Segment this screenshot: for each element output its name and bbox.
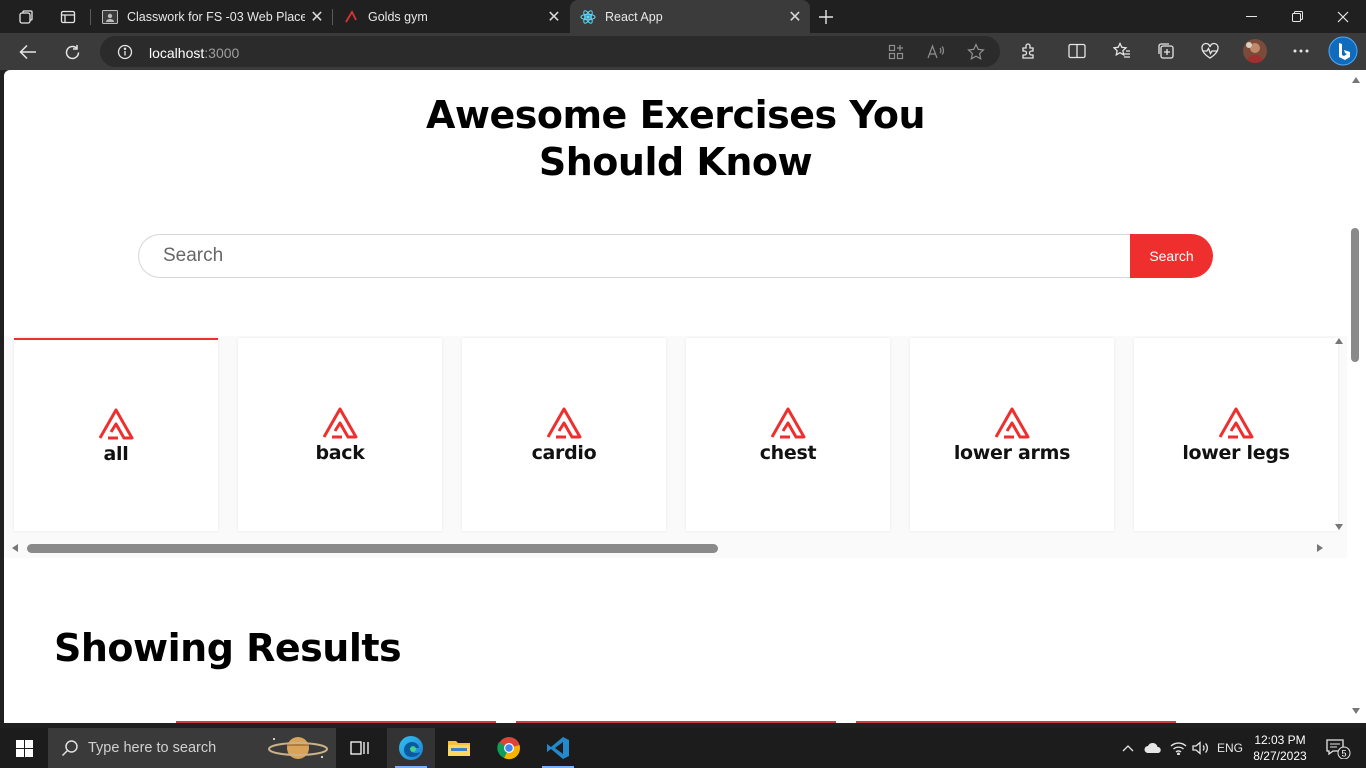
category-card-chest[interactable]: chest	[686, 338, 890, 531]
taskbar-edge-icon[interactable]	[387, 728, 435, 768]
extensions-icon[interactable]	[1017, 39, 1041, 63]
tab-actions-icon[interactable]	[57, 6, 79, 28]
tab-golds-gym[interactable]: Golds gym ✕	[333, 0, 569, 33]
saturn-highlight-icon	[266, 733, 330, 768]
tab-close-icon[interactable]: ✕	[786, 8, 804, 26]
minimize-icon[interactable]	[1228, 0, 1274, 33]
gym-logo-icon	[994, 407, 1030, 438]
profile-avatar[interactable]	[1243, 39, 1267, 63]
tab-classwork[interactable]: Classwork for FS -03 Web Placem ✕	[92, 0, 332, 33]
gym-logo-icon	[98, 408, 134, 439]
new-tab-icon[interactable]	[815, 6, 837, 28]
category-card-cardio[interactable]: cardio	[462, 338, 666, 531]
volume-icon[interactable]	[1190, 728, 1212, 768]
refresh-icon[interactable]	[58, 38, 86, 66]
category-card-all[interactable]: all	[14, 338, 218, 531]
search-icon	[61, 739, 79, 762]
category-scroll-up-icon[interactable]	[1335, 338, 1343, 344]
category-card-lower-arms[interactable]: lower arms	[910, 338, 1114, 531]
wifi-icon[interactable]	[1167, 728, 1189, 768]
gym-favicon-icon	[343, 9, 359, 25]
browser-toolbar: localhost:3000	[0, 33, 1366, 70]
page-vertical-scrollbar[interactable]	[1347, 70, 1366, 723]
more-options-icon[interactable]	[1289, 39, 1313, 63]
onedrive-icon[interactable]	[1142, 728, 1164, 768]
category-label: chest	[759, 441, 817, 464]
show-hidden-icons-icon[interactable]	[1118, 728, 1138, 768]
restore-icon[interactable]	[1274, 0, 1320, 33]
taskbar-file-explorer-icon[interactable]	[435, 728, 483, 768]
category-label: lower arms	[953, 441, 1071, 464]
search-bar: Search	[138, 234, 1213, 278]
page-viewport: Awesome Exercises You Should Know Search…	[4, 70, 1347, 723]
clock-time: 12:03 PM	[1254, 733, 1306, 747]
category-card-back[interactable]: back	[238, 338, 442, 531]
close-window-icon[interactable]	[1320, 0, 1366, 33]
react-favicon-icon	[580, 9, 596, 25]
notification-count: 5	[1341, 749, 1346, 759]
taskbar-clock[interactable]: 12:03 PM 8/27/2023	[1252, 732, 1308, 764]
hero-title: Awesome Exercises You Should Know	[4, 92, 1347, 186]
clock-date: 8/27/2023	[1253, 749, 1307, 763]
hero-title-line-1: Awesome Exercises You	[425, 93, 926, 137]
search-button[interactable]: Search	[1130, 234, 1213, 278]
language-indicator[interactable]: ENG	[1214, 728, 1246, 768]
category-scroll-left-icon[interactable]	[12, 544, 18, 552]
site-info-icon[interactable]	[117, 44, 133, 65]
tab-separator	[90, 9, 91, 25]
notification-center-icon[interactable]: 5	[1318, 728, 1358, 768]
category-scroll-down-icon[interactable]	[1335, 524, 1343, 530]
page-scroll-up-icon[interactable]	[1352, 77, 1360, 83]
address-bar[interactable]: localhost:3000	[100, 36, 1000, 67]
gym-logo-icon	[322, 407, 358, 438]
collections-icon[interactable]	[1154, 39, 1178, 63]
url-host: localhost	[149, 45, 205, 61]
read-aloud-icon[interactable]	[926, 42, 946, 62]
category-scroller[interactable]: all back cardio chest lower arms lower l…	[4, 336, 1347, 558]
gym-logo-icon	[546, 407, 582, 438]
exercise-card-peek[interactable]	[176, 721, 496, 723]
category-scroll-right-icon[interactable]	[1317, 544, 1323, 552]
category-card-lower-legs[interactable]: lower legs	[1134, 338, 1338, 531]
category-label: cardio	[531, 441, 597, 464]
task-view-icon[interactable]	[336, 728, 384, 768]
page-scroll-down-icon[interactable]	[1352, 708, 1360, 714]
browser-titlebar: Classwork for FS -03 Web Placem ✕ Golds …	[0, 0, 1366, 33]
workspaces-icon[interactable]	[15, 6, 37, 28]
tab-close-icon[interactable]: ✕	[308, 8, 326, 26]
gym-logo-icon	[770, 407, 806, 438]
search-input[interactable]	[138, 234, 1138, 278]
bing-copilot-icon[interactable]	[1328, 36, 1358, 66]
app-available-icon[interactable]	[886, 42, 906, 62]
back-icon[interactable]	[14, 38, 42, 66]
taskbar-vscode-icon[interactable]	[534, 728, 582, 768]
url-port: :3000	[204, 45, 240, 61]
url-text: localhost:3000	[149, 45, 239, 61]
tab-title: Classwork for FS -03 Web Placem	[127, 9, 305, 24]
category-label: back	[315, 441, 365, 464]
classroom-favicon-icon	[102, 9, 118, 25]
browser-essentials-icon[interactable]	[1198, 39, 1222, 63]
category-horizontal-scrollbar[interactable]	[27, 544, 718, 553]
hero-title-line-2: Should Know	[538, 140, 813, 184]
windows-start-icon[interactable]	[0, 728, 48, 768]
gym-logo-icon	[1218, 407, 1254, 438]
tab-title: React App	[605, 9, 663, 24]
tab-react-app[interactable]: React App ✕	[570, 0, 810, 33]
favorites-icon[interactable]	[1110, 39, 1134, 63]
taskbar-chrome-icon[interactable]	[485, 728, 533, 768]
exercise-card-peek[interactable]	[856, 721, 1176, 723]
taskbar-search-box[interactable]: Type here to search	[48, 728, 336, 768]
category-label: lower legs	[1182, 441, 1290, 464]
results-heading: Showing Results	[54, 626, 402, 670]
exercise-card-peek[interactable]	[516, 721, 836, 723]
page-scroll-thumb[interactable]	[1351, 228, 1359, 362]
category-label: all	[103, 442, 129, 465]
favorite-star-icon[interactable]	[966, 42, 986, 62]
windows-taskbar: Type here to search ENG 12:03 PM 8/27/20…	[0, 728, 1366, 768]
taskbar-search-placeholder: Type here to search	[88, 740, 217, 756]
tab-title: Golds gym	[368, 9, 428, 24]
split-screen-icon[interactable]	[1065, 39, 1089, 63]
tab-close-icon[interactable]: ✕	[545, 8, 563, 26]
